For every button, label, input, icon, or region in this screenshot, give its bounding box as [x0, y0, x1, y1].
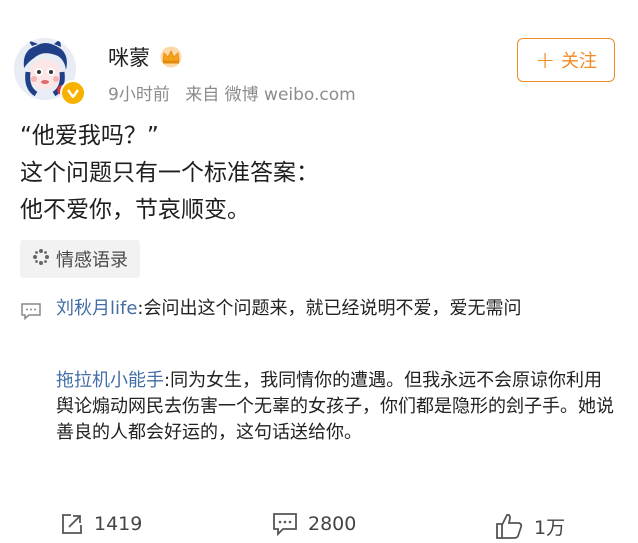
post-source: 来自 微博 weibo.com — [185, 85, 356, 105]
action-bar: 1419 2800 1万 — [0, 508, 638, 543]
comment-icon — [273, 513, 297, 536]
comment-user[interactable]: 刘秋月life — [56, 298, 137, 319]
repost-count: 1419 — [94, 513, 143, 535]
verified-v-icon — [60, 80, 86, 106]
post-line: 这个问题只有一个标准答案： — [20, 160, 319, 186]
post-author[interactable]: 咪蒙 — [108, 42, 184, 72]
comment-count: 2800 — [308, 513, 357, 535]
post-time: 9小时前 — [108, 85, 170, 105]
like-icon — [496, 513, 523, 539]
comment-item: 刘秋月life:会问出这个问题来，就已经说明不爱，爱无需问 — [56, 296, 616, 322]
like-button[interactable]: 1万 — [494, 512, 565, 540]
post-line: “他爱我吗？” — [20, 123, 159, 149]
crown-icon — [158, 46, 184, 68]
topic-tag[interactable]: 情感语录 — [20, 240, 140, 278]
username-label[interactable]: 咪蒙 — [108, 42, 150, 72]
plus-icon: + — [534, 46, 556, 74]
comment-user[interactable]: 拖拉机小能手 — [56, 370, 164, 391]
repost-button[interactable]: 1419 — [60, 512, 142, 536]
post-line: 他不爱你，节哀顺变。 — [20, 197, 250, 223]
comment-icon — [20, 302, 42, 321]
comment-text: :会问出这个问题来，就已经说明不爱，爱无需问 — [137, 298, 522, 319]
follow-label: 关注 — [561, 51, 598, 72]
comment-button[interactable]: 2800 — [272, 512, 356, 536]
sparkle-icon — [32, 248, 50, 271]
comment-item: 拖拉机小能手:同为女生，我同情你的遭遇。但我永远不会原谅你利用舆论煽动网民去伤害… — [56, 368, 616, 446]
repost-icon — [62, 514, 82, 534]
post-meta: 9小时前 来自 微博 weibo.com — [108, 80, 366, 105]
topic-tag-label: 情感语录 — [56, 250, 128, 271]
like-count: 1万 — [534, 516, 566, 539]
post-body: “他爱我吗？” 这个问题只有一个标准答案： 他不爱你，节哀顺变。 — [20, 118, 319, 229]
follow-button[interactable]: + 关注 — [517, 38, 615, 82]
